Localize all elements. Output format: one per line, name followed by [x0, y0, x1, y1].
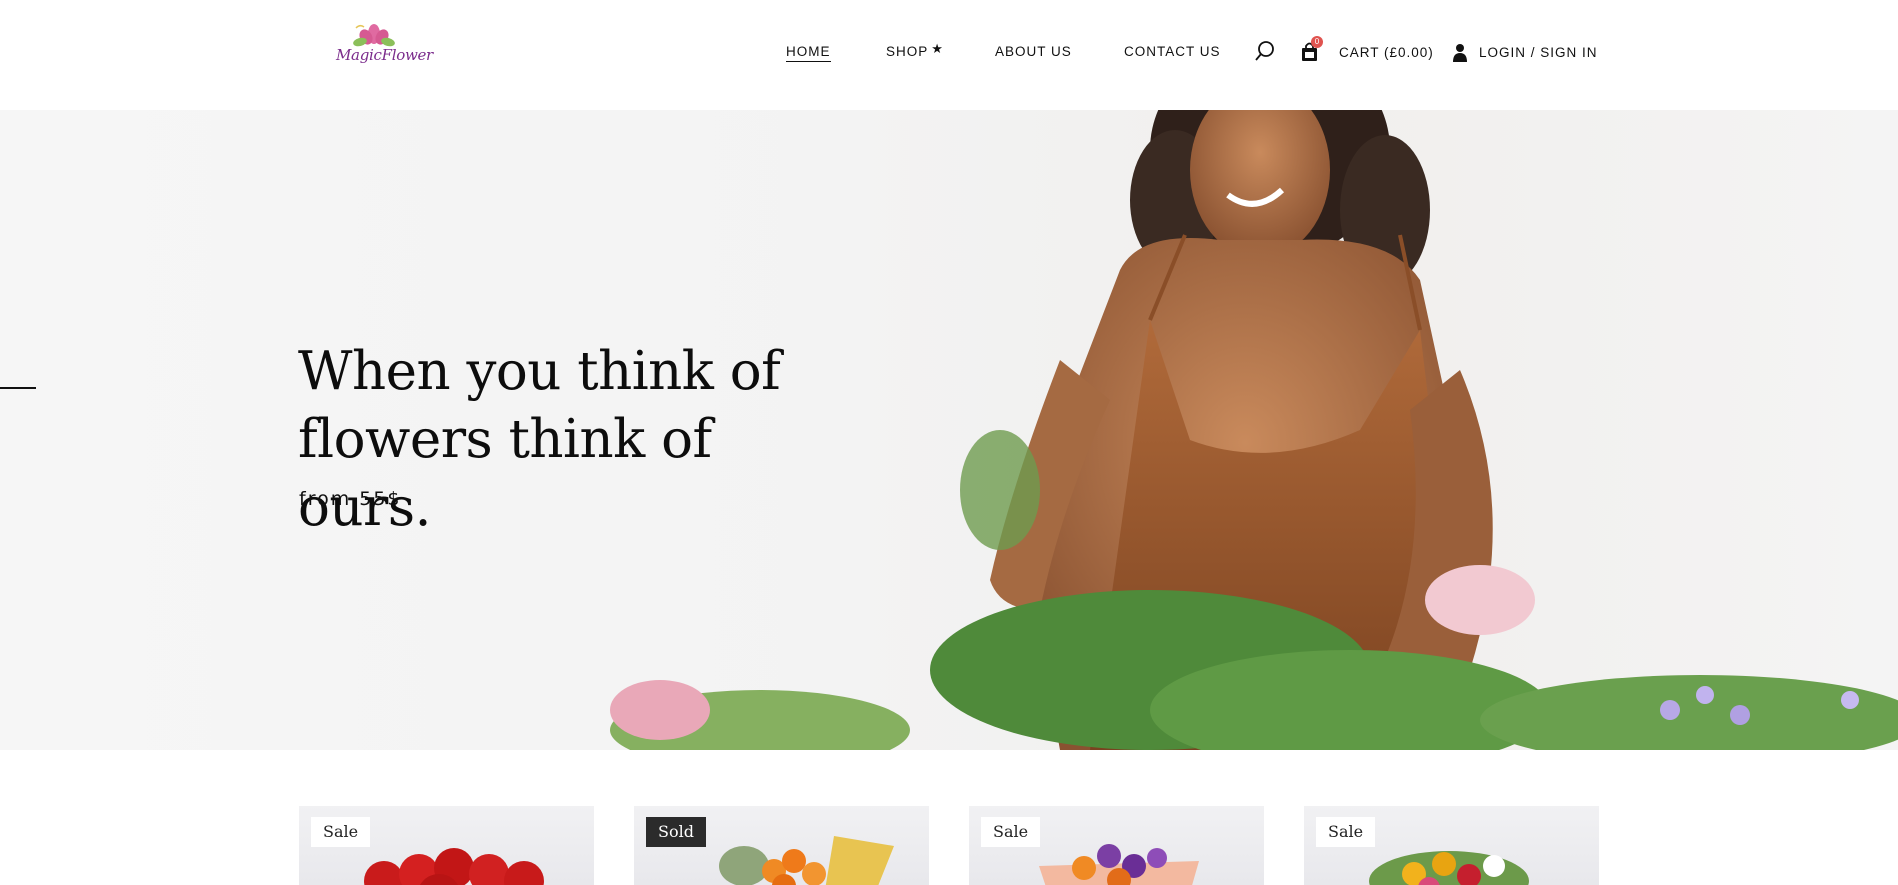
sale-badge: Sale: [981, 817, 1041, 847]
hero-slide-indicator: [0, 387, 36, 389]
cart-label[interactable]: CART (£0.00): [1339, 45, 1434, 60]
nav-home[interactable]: HOME: [786, 44, 831, 62]
cart-count-badge: 0: [1311, 36, 1323, 48]
product-grid: Sale Sold Sale Sale: [0, 806, 1898, 885]
sale-badge: Sale: [1316, 817, 1376, 847]
product-card[interactable]: Sale: [1304, 806, 1599, 885]
nav-shop-label: SHOP: [886, 44, 929, 59]
hero-title-line-1: When you think of: [298, 341, 781, 402]
login-signin-link[interactable]: LOGIN / SIGN IN: [1479, 45, 1598, 60]
hero-title-line-2: flowers think of ours.: [298, 409, 712, 538]
cart-button[interactable]: 0: [1300, 36, 1323, 68]
logo-text: MagicFlower: [336, 46, 433, 64]
site-header: MagicFlower HOME SHOP ★ ABOUT US CONTACT …: [0, 0, 1898, 110]
hero-banner: When you think of flowers think of ours.…: [0, 110, 1898, 750]
product-card[interactable]: Sold: [634, 806, 929, 885]
sold-badge: Sold: [646, 817, 706, 847]
star-icon: ★: [931, 41, 944, 56]
product-card[interactable]: Sale: [299, 806, 594, 885]
nav-contact-us[interactable]: CONTACT US: [1124, 44, 1221, 59]
sale-badge: Sale: [311, 817, 371, 847]
nav-shop[interactable]: SHOP ★: [886, 41, 944, 60]
florist-woman-image: [610, 110, 1898, 750]
product-card[interactable]: Sale: [969, 806, 1264, 885]
hero-title: When you think of flowers think of ours.: [298, 338, 858, 542]
hero-price-subtitle: from 55$: [299, 488, 402, 510]
site-logo[interactable]: MagicFlower: [330, 20, 433, 72]
search-icon[interactable]: [1254, 40, 1276, 67]
user-icon[interactable]: [1452, 43, 1468, 68]
nav-about-us[interactable]: ABOUT US: [995, 44, 1072, 59]
